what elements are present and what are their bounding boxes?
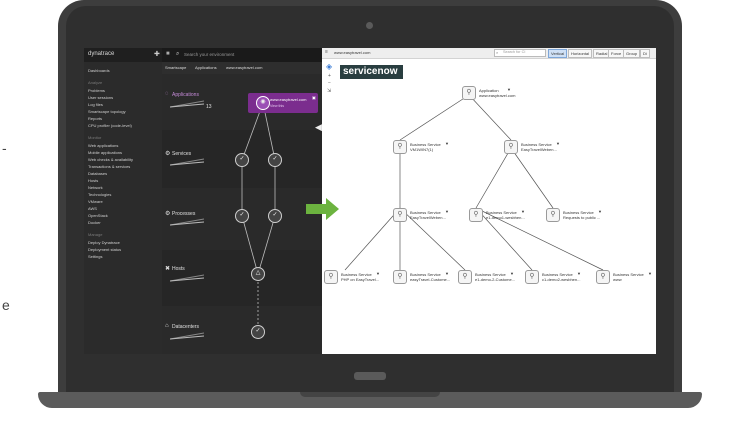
business-service-node[interactable]: ⚲: [504, 140, 518, 154]
sidebar-item[interactable]: Log files: [88, 102, 103, 107]
chevron-down-icon[interactable]: ▼: [577, 271, 581, 276]
sidebar-item[interactable]: Web checks & availability: [88, 157, 133, 162]
sidebar-section-heading: Monitor: [88, 135, 102, 140]
business-service-node[interactable]: ⚲: [458, 270, 472, 284]
sidebar-item[interactable]: Dashboards: [88, 68, 110, 73]
datacenter-node[interactable]: ✓: [251, 325, 265, 339]
transition-arrow-icon: [306, 198, 339, 220]
sidebar-item[interactable]: Reports: [88, 116, 102, 121]
sidebar-item[interactable]: Technologies: [88, 192, 111, 197]
sidebar-item[interactable]: Web applications: [88, 143, 118, 148]
chevron-down-icon[interactable]: ▼: [510, 271, 514, 276]
process-node[interactable]: ✓: [268, 209, 282, 223]
service-node[interactable]: ✓: [268, 153, 282, 167]
node-name-label: VM1WIN7(1): [410, 147, 434, 152]
service-node[interactable]: ✓: [235, 153, 249, 167]
sidebar-item[interactable]: Smartscape topology: [88, 109, 126, 114]
sidebar-item[interactable]: Hosts: [88, 178, 98, 183]
chevron-down-icon[interactable]: ▼: [648, 271, 652, 276]
selected-application-link[interactable]: View this: [270, 104, 284, 108]
node-name-label: e1-demo-2-Custome...: [475, 277, 516, 282]
laptop-screen: dynatrace ✚ Dashboards Analyze Problems Use…: [84, 48, 656, 354]
process-node[interactable]: ✓: [235, 209, 249, 223]
cropped-text-fragment: -: [2, 140, 7, 156]
sidebar-section-heading: Analyze: [88, 80, 103, 85]
laptop-base-lip: [300, 392, 440, 397]
chevron-down-icon[interactable]: ▼: [445, 209, 449, 214]
business-service-node[interactable]: ⚲: [393, 270, 407, 284]
sidebar-item[interactable]: VMware: [88, 199, 103, 204]
business-service-node[interactable]: ⚲: [393, 140, 407, 154]
node-name-label: www: [613, 277, 622, 282]
sidebar-item[interactable]: Settings: [88, 254, 102, 259]
sidebar-item[interactable]: Problems: [88, 88, 105, 93]
sidebar-item[interactable]: Deploy Dynatrace: [88, 240, 120, 245]
node-name-label: EasyTravelWeben...: [521, 147, 557, 152]
node-name-label: e1-demo1-wesbhen...: [486, 215, 525, 220]
sidebar-item[interactable]: Deployment status: [88, 247, 121, 252]
sidebar-section-heading: Manage: [88, 232, 103, 237]
node-name-label: www.easytravel.com: [479, 93, 516, 98]
node-name-label: c1-demo2-wesbhen...: [542, 277, 581, 282]
node-name-label: EasyTravelWeben...: [410, 215, 446, 220]
chevron-down-icon[interactable]: ▼: [598, 209, 602, 214]
collapse-panel-icon[interactable]: ◀: [315, 122, 322, 133]
chevron-down-icon[interactable]: ▼: [445, 141, 449, 146]
sidebar-item[interactable]: OpenStack: [88, 213, 108, 218]
sidebar-item[interactable]: AWS: [88, 206, 97, 211]
sidebar-item[interactable]: Databases: [88, 171, 107, 176]
business-service-node[interactable]: ⚲: [525, 270, 539, 284]
host-node[interactable]: △: [251, 267, 265, 281]
application-node[interactable]: ◉: [256, 96, 270, 110]
add-icon[interactable]: ✚: [154, 50, 160, 58]
sidebar-item[interactable]: User sessions: [88, 95, 113, 100]
application-node[interactable]: ⚲: [462, 86, 476, 100]
laptop-indicator: [354, 372, 386, 380]
sidebar-item[interactable]: Transactions & services: [88, 164, 130, 169]
sidebar-item[interactable]: Mobile applications: [88, 150, 122, 155]
chevron-down-icon[interactable]: ▼: [376, 271, 380, 276]
business-service-node[interactable]: ⚲: [596, 270, 610, 284]
dynatrace-logo[interactable]: dynatrace: [88, 51, 114, 57]
sidebar-item[interactable]: CPU profiler (code-level): [88, 123, 132, 128]
sidebar-item[interactable]: Docker: [88, 220, 101, 225]
node-name-label: PHP on EasyTravel...: [341, 277, 380, 282]
chevron-down-icon[interactable]: ▼: [556, 141, 560, 146]
cropped-text-fragment: e: [2, 297, 10, 313]
business-service-node[interactable]: ⚲: [546, 208, 560, 222]
close-icon[interactable]: ▣: [312, 95, 316, 100]
business-service-node[interactable]: ⚲: [469, 208, 483, 222]
webcam: [366, 22, 373, 29]
business-service-node[interactable]: ⚲: [324, 270, 338, 284]
sidebar-item[interactable]: Network: [88, 185, 103, 190]
selected-application-name: www.easytravel.com: [270, 97, 307, 102]
node-name-label: easyTravel-Custome...: [410, 277, 451, 282]
chevron-down-icon[interactable]: ▼: [521, 209, 525, 214]
node-name-label: Requests to public ...: [563, 215, 601, 220]
chevron-down-icon[interactable]: ▼: [445, 271, 449, 276]
chevron-down-icon[interactable]: ▼: [507, 87, 511, 92]
business-service-node[interactable]: ⚲: [393, 208, 407, 222]
